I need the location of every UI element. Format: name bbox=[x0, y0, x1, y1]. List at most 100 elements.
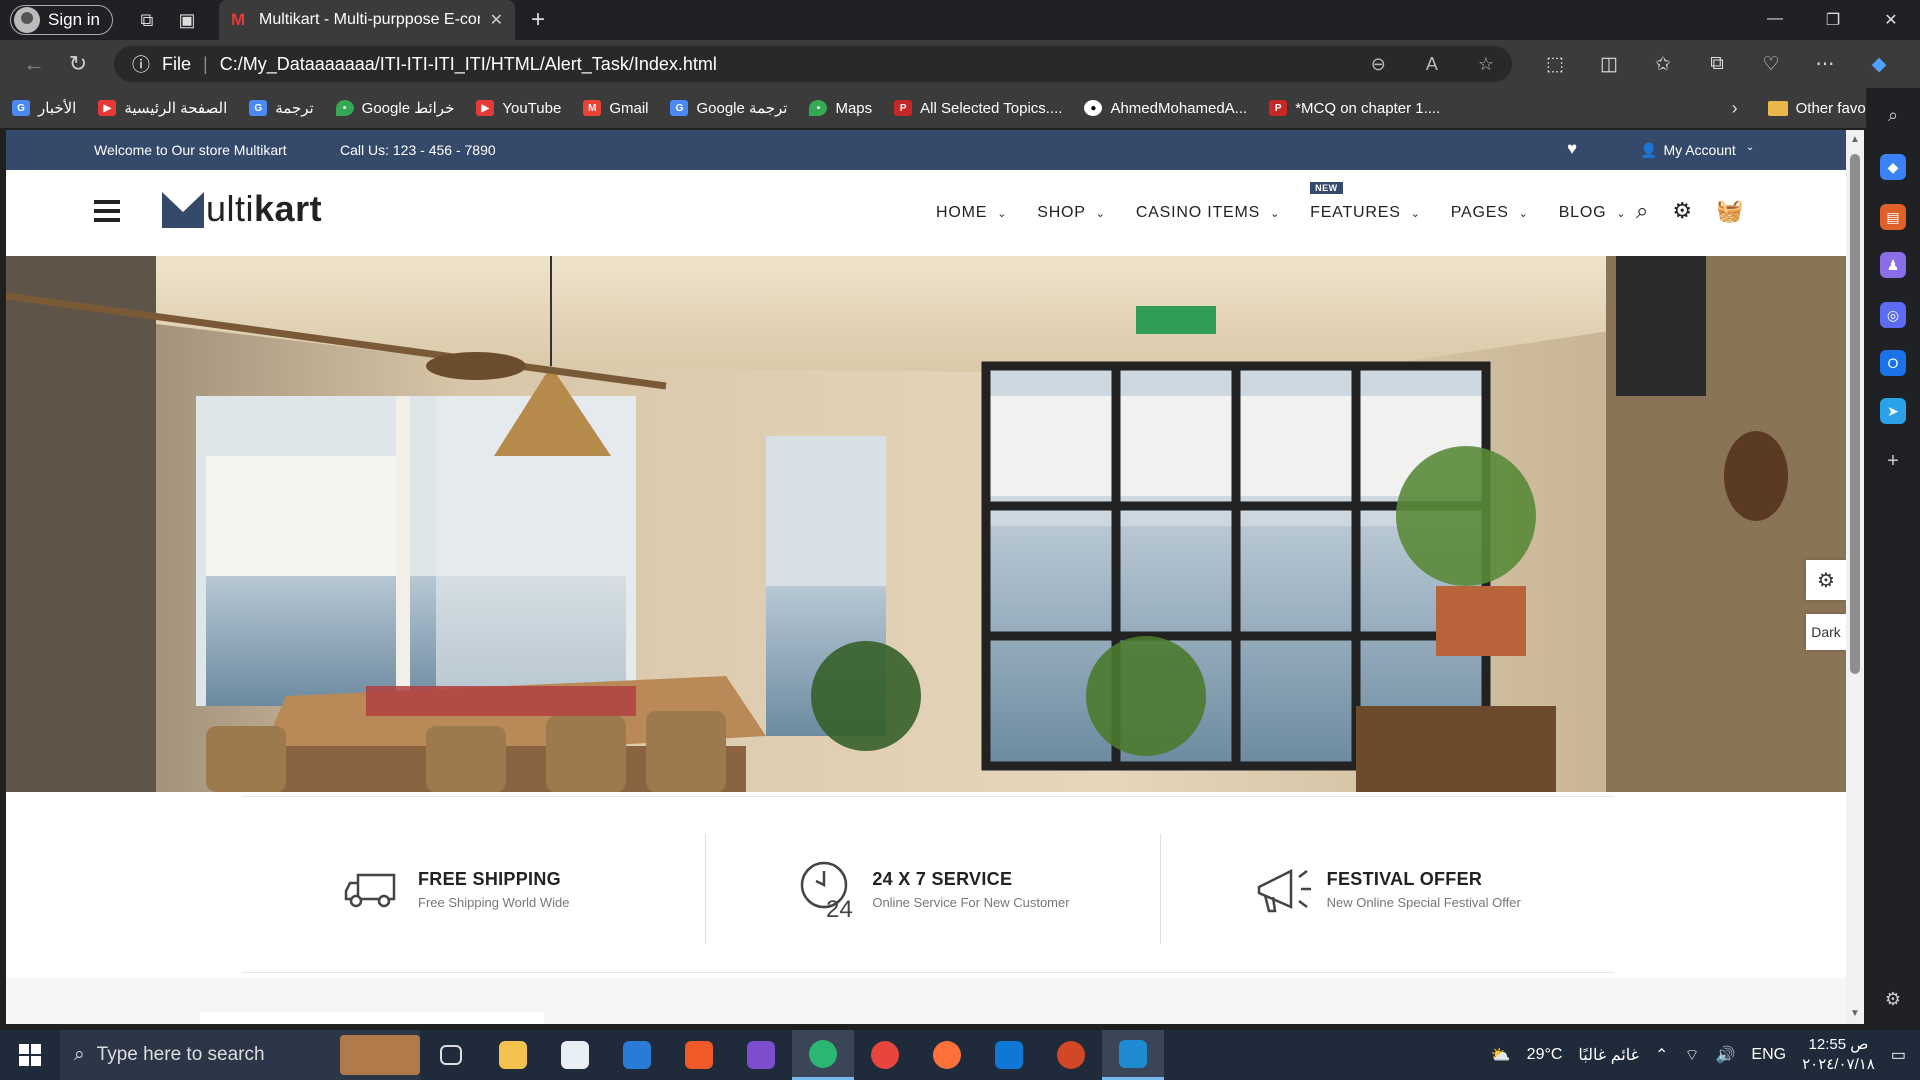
address-bar[interactable]: ⓘ File | C:/My_Dataaaaaaa/ITI-ITI-ITI_IT… bbox=[114, 46, 1512, 82]
notifications-icon[interactable]: ▭ bbox=[1891, 1045, 1906, 1065]
shopping-tag-icon[interactable]: ◆ bbox=[1880, 154, 1906, 180]
task-view-icon[interactable] bbox=[420, 1030, 482, 1080]
user-icon: 👤 bbox=[1640, 142, 1658, 158]
sign-in-button[interactable]: Sign in bbox=[10, 5, 113, 35]
menu-label: SHOP bbox=[1037, 204, 1086, 221]
menu-item-casino-items[interactable]: CASINO ITEMS ⌄ bbox=[1136, 204, 1280, 222]
zoom-icon[interactable]: ⊖ bbox=[1371, 54, 1386, 75]
search-icon[interactable]: ⌕ bbox=[1636, 198, 1648, 224]
address-url[interactable]: C:/My_Dataaaaaaa/ITI-ITI-ITI_ITI/HTML/Al… bbox=[220, 54, 1331, 75]
file-explorer-icon[interactable] bbox=[482, 1030, 544, 1080]
scroll-down-icon[interactable]: ▼ bbox=[1850, 1008, 1860, 1019]
extensions-icon[interactable]: ⬚ bbox=[1528, 53, 1582, 76]
service-24x7: 24 24 X 7 SERVICE Online Service For New… bbox=[705, 834, 1159, 944]
bookmark-item[interactable]: G الأخبار bbox=[12, 99, 76, 117]
send-icon[interactable]: ➤ bbox=[1880, 398, 1906, 424]
bookmark-item[interactable]: M Gmail bbox=[583, 100, 648, 117]
browser-essentials-icon[interactable]: ♡ bbox=[1744, 53, 1798, 76]
vscode-icon[interactable] bbox=[1102, 1030, 1164, 1080]
chevron-down-icon: ⌄ bbox=[1518, 207, 1529, 220]
new-badge: NEW bbox=[1310, 182, 1343, 194]
collections-icon[interactable]: ⧉ bbox=[1690, 53, 1744, 76]
page-scrollbar[interactable]: ▲ ▼ bbox=[1846, 130, 1864, 1024]
bookmark-item[interactable]: P All Selected Topics.... bbox=[894, 100, 1062, 117]
clock[interactable]: 12:55 ص ٢٠٢٤/٠٧/١٨ bbox=[1802, 1035, 1875, 1075]
weather-text[interactable]: غائم غالبًا bbox=[1578, 1045, 1639, 1065]
chevron-right-icon[interactable]: › bbox=[1732, 98, 1738, 119]
my-account-link[interactable]: 👤 My Account ⌄ bbox=[1640, 142, 1754, 159]
copilot-sidebar-icon[interactable]: ◎ bbox=[1880, 302, 1906, 328]
menu-item-blog[interactable]: BLOG ⌄ bbox=[1559, 204, 1627, 222]
more-options-icon[interactable]: ⋯ bbox=[1798, 53, 1852, 76]
menu-item-pages[interactable]: PAGES ⌄ bbox=[1451, 204, 1529, 222]
restore-icon[interactable]: ❐ bbox=[1804, 10, 1862, 30]
network-icon[interactable]: ⌔ bbox=[1684, 1045, 1699, 1065]
info-icon[interactable]: ⓘ bbox=[132, 51, 150, 77]
bookmark-item[interactable]: P *MCQ on chapter 1.... bbox=[1269, 100, 1440, 117]
language-indicator[interactable]: ENG bbox=[1751, 1046, 1786, 1064]
windows-logo-icon bbox=[19, 1044, 41, 1066]
games-icon[interactable]: ♟ bbox=[1880, 252, 1906, 278]
tools-icon[interactable]: ▤ bbox=[1880, 204, 1906, 230]
firefox-icon[interactable] bbox=[916, 1030, 978, 1080]
bookmark-item[interactable]: G ترجمة bbox=[249, 99, 314, 117]
microsoft-store-icon[interactable] bbox=[544, 1030, 606, 1080]
powerpoint-icon[interactable] bbox=[1040, 1030, 1102, 1080]
bookmark-item[interactable]: ● AhmedMohamedA... bbox=[1084, 100, 1247, 117]
hamburger-menu-icon[interactable] bbox=[94, 200, 120, 222]
theme-settings-icon[interactable]: ⚙ bbox=[1806, 560, 1846, 600]
dark-mode-button[interactable]: Dark bbox=[1806, 614, 1846, 650]
bookmark-item[interactable]: G Google ترجمة bbox=[670, 99, 787, 117]
favorite-star-icon[interactable]: ☆ bbox=[1478, 54, 1494, 75]
chevron-up-icon[interactable]: ⌃ bbox=[1655, 1045, 1668, 1065]
add-icon[interactable]: + bbox=[1880, 448, 1906, 474]
read-aloud-icon[interactable]: A bbox=[1426, 54, 1438, 75]
close-window-icon[interactable]: ✕ bbox=[1862, 10, 1920, 30]
new-tab-icon[interactable]: + bbox=[531, 6, 545, 34]
settings-gear-icon[interactable]: ⚙ bbox=[1672, 198, 1692, 224]
split-screen-icon[interactable]: ◫ bbox=[1582, 53, 1636, 76]
heart-icon[interactable]: ♥ bbox=[1567, 139, 1577, 159]
close-tab-icon[interactable]: ✕ bbox=[490, 10, 503, 30]
scroll-up-icon[interactable]: ▲ bbox=[1850, 134, 1860, 145]
weather-icon[interactable]: ⛅ bbox=[1491, 1045, 1511, 1065]
visual-studio-icon[interactable] bbox=[730, 1030, 792, 1080]
start-button[interactable] bbox=[0, 1044, 60, 1066]
menu-item-shop[interactable]: SHOP ⌄ bbox=[1037, 204, 1106, 222]
top-info-bar: Welcome to Our store Multikart Call Us: … bbox=[6, 130, 1846, 170]
bookmark-item[interactable]: ▶ الصفحة الرئيسية bbox=[98, 99, 227, 117]
shopping-basket-icon[interactable]: 🧺 bbox=[1716, 198, 1743, 224]
outlook-icon[interactable]: O bbox=[1880, 350, 1906, 376]
search-icon[interactable]: ⌕ bbox=[1880, 102, 1906, 128]
tab-actions-icon[interactable]: ▣ bbox=[167, 0, 207, 40]
bookmark-label: Google ترجمة bbox=[696, 100, 788, 117]
site-logo[interactable]: ultikart bbox=[162, 190, 322, 228]
bookmark-label: YouTube bbox=[502, 99, 562, 117]
scrollbar-thumb[interactable] bbox=[1850, 154, 1860, 674]
outlook-new-icon[interactable] bbox=[978, 1030, 1040, 1080]
bookmark-item[interactable]: ▶ YouTube bbox=[476, 100, 561, 117]
chrome-icon[interactable] bbox=[854, 1030, 916, 1080]
tab-active[interactable]: M Multikart - Multi-purppose E-com ✕ bbox=[218, 0, 515, 40]
bookmark-label: ترجمة bbox=[275, 100, 314, 117]
bookmark-item[interactable]: • Maps bbox=[809, 100, 872, 117]
menu-item-features[interactable]: NEW FEATURES ⌄ bbox=[1310, 182, 1421, 222]
menu-item-home[interactable]: HOME ⌄ bbox=[936, 204, 1007, 222]
menu-label: BLOG bbox=[1558, 204, 1607, 221]
volume-icon[interactable]: 🔊 bbox=[1715, 1045, 1735, 1065]
minimize-icon[interactable]: — bbox=[1746, 10, 1804, 30]
mail-icon[interactable] bbox=[606, 1030, 668, 1080]
back-icon[interactable]: ← bbox=[12, 51, 56, 77]
brave-icon[interactable] bbox=[668, 1030, 730, 1080]
taskbar-search[interactable]: ⌕ Type here to search bbox=[60, 1030, 420, 1080]
bookmark-item[interactable]: • Google خرائط bbox=[335, 99, 454, 117]
copilot-icon[interactable]: ◆ bbox=[1852, 53, 1906, 76]
service-subtitle: Free Shipping World Wide bbox=[418, 894, 570, 910]
workspaces-icon[interactable]: ⧉ bbox=[127, 0, 167, 40]
refresh-icon[interactable]: ↻ bbox=[56, 51, 100, 77]
settings-icon[interactable]: ⚙ bbox=[1880, 986, 1906, 1012]
weather-temp[interactable]: 29°C bbox=[1527, 1046, 1563, 1064]
edge-icon[interactable] bbox=[792, 1030, 854, 1080]
svg-text:24: 24 bbox=[826, 896, 853, 921]
favorites-icon[interactable]: ✩ bbox=[1636, 53, 1690, 76]
